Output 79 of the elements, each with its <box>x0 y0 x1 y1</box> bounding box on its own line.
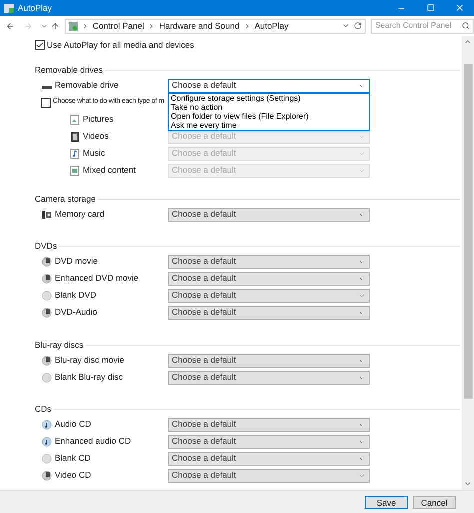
device-label: DVD movie <box>55 255 98 268</box>
refresh-icon[interactable] <box>354 22 362 30</box>
device-label: Enhanced DVD movie <box>55 272 139 285</box>
device-label: Blank DVD <box>55 289 97 302</box>
disc-icon <box>42 290 52 300</box>
section-title: Camera storage <box>35 192 96 206</box>
maximize-icon <box>426 4 434 12</box>
breadcrumb-link[interactable]: Control Panel <box>92 20 144 32</box>
device-label: Videos <box>83 130 109 143</box>
dropdown-select[interactable]: Choose a default <box>168 452 370 466</box>
menu-item[interactable]: Configure storage settings (Settings) <box>169 94 369 102</box>
device-label: Enhanced audio CD <box>55 435 132 448</box>
chevron-right-icon <box>244 22 251 30</box>
picture-icon <box>70 114 80 124</box>
scrollbar[interactable] <box>462 36 474 490</box>
checkbox[interactable] <box>35 40 45 50</box>
chevron-down-icon[interactable] <box>342 22 350 30</box>
scrollbar-thumb[interactable] <box>464 64 472 399</box>
disc-icon <box>42 454 52 464</box>
dropdown-select[interactable]: Choose a default <box>168 254 370 268</box>
breadcrumb-link[interactable]: AutoPlay <box>254 20 289 32</box>
music-note-icon <box>70 148 80 158</box>
scroll-up-icon[interactable] <box>464 38 472 46</box>
dropdown-select[interactable]: Choose a default <box>168 468 370 482</box>
disc-icon <box>42 256 52 266</box>
scroll-down-icon[interactable] <box>464 480 472 488</box>
section-title: Removable drives <box>35 64 104 76</box>
device-label: Pictures <box>83 113 114 126</box>
menu-item[interactable]: Open folder to view files (File Explorer) <box>169 112 369 120</box>
window-title: AutoPlay <box>18 2 52 14</box>
device-label: Music <box>83 147 106 160</box>
audio-disc-icon <box>42 420 52 430</box>
disc-icon <box>42 308 52 318</box>
dropdown-select[interactable]: Choose a default <box>168 208 370 222</box>
device-label: Memory card <box>55 208 105 221</box>
chevron-down-icon[interactable] <box>40 22 48 30</box>
dropdown-select[interactable]: Choose a default <box>168 354 370 368</box>
device-label: Blank Blu-ray disc <box>55 371 124 384</box>
search-icon <box>462 22 470 30</box>
device-label: Audio CD <box>55 418 92 431</box>
dropdown-select[interactable]: Choose a default <box>168 434 370 448</box>
device-label: Removable drive <box>55 79 119 92</box>
device-label: DVD-Audio <box>55 306 98 319</box>
app-icon <box>4 4 14 12</box>
device-label: Video CD <box>55 469 92 482</box>
memory-card-icon <box>42 210 52 220</box>
dialog-button[interactable]: Cancel <box>413 496 456 508</box>
section-title: CDs <box>35 402 52 416</box>
checkbox[interactable] <box>41 98 51 108</box>
device-label: Mixed content <box>83 164 136 177</box>
device-label: Blu-ray disc movie <box>55 354 124 367</box>
disc-icon <box>42 470 52 480</box>
dropdown-select[interactable]: Choose a default <box>168 288 370 302</box>
dropdown-select[interactable]: Choose a default <box>168 306 370 320</box>
dropdown-select[interactable]: Choose a default <box>168 370 370 384</box>
chevron-right-icon <box>82 22 89 30</box>
dropdown-select[interactable]: Choose a default <box>168 418 370 432</box>
menu-item[interactable]: Take no action <box>169 102 369 112</box>
dialog-button[interactable]: Save <box>365 496 408 508</box>
control-panel-icon <box>68 22 78 30</box>
section-title: Blu-ray discs <box>35 338 84 352</box>
chevron-right-icon <box>148 22 156 30</box>
dropdown-select[interactable]: Choose a default <box>168 272 370 286</box>
checkbox-label: Use AutoPlay for all media and devices <box>47 38 194 52</box>
address-bar[interactable]: Control Panel Hardware and Sound AutoPlay <box>64 18 366 34</box>
disc-icon <box>42 372 52 382</box>
audio-disc-icon <box>42 436 52 446</box>
section-title: DVDs <box>35 240 58 252</box>
disc-icon <box>42 274 52 284</box>
up-arrow-icon[interactable] <box>50 22 60 30</box>
mixed-media-icon <box>70 166 80 176</box>
film-icon <box>70 132 80 142</box>
back-arrow-icon[interactable] <box>6 22 15 30</box>
device-label: Blank CD <box>55 452 91 465</box>
dropdown-select[interactable]: Choose a default <box>168 78 370 92</box>
disc-icon <box>42 356 52 366</box>
close-icon <box>454 3 464 13</box>
menu-item[interactable]: Ask me every time <box>169 120 369 130</box>
breadcrumb-link[interactable]: Hardware and Sound <box>159 20 240 32</box>
